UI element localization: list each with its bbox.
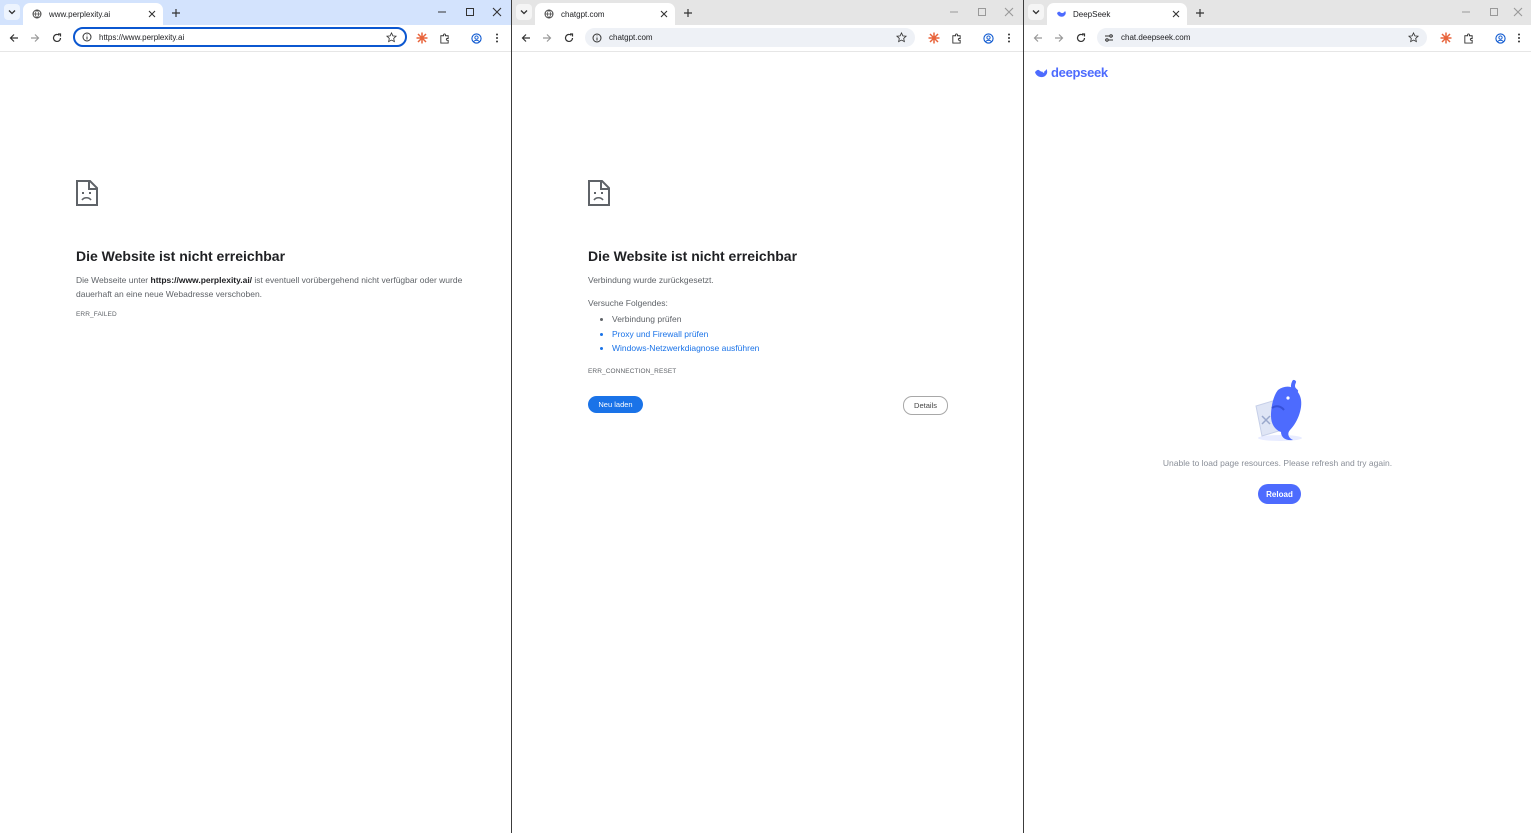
new-tab-button[interactable]: [680, 5, 696, 21]
toolbar: chat.deepseek.com: [1024, 25, 1531, 52]
reload-button[interactable]: [49, 30, 65, 46]
reload-button[interactable]: [1073, 30, 1089, 46]
globe-icon: [31, 8, 43, 20]
error-description: Die Webseite unter https://www.perplexit…: [76, 275, 463, 299]
reload-button[interactable]: Reload: [1258, 484, 1301, 504]
address-bar[interactable]: chat.deepseek.com: [1097, 28, 1427, 47]
error-code: ERR_FAILED: [76, 311, 117, 318]
tab-strip: DeepSeek: [1024, 0, 1531, 25]
minimize-button[interactable]: [434, 4, 450, 20]
error-heading: Die Website ist nicht erreichbar: [76, 248, 286, 264]
bookmark-star-icon[interactable]: [1407, 32, 1419, 44]
close-tab-icon[interactable]: [145, 7, 159, 21]
address-bar[interactable]: https://www.perplexity.ai: [73, 27, 407, 47]
toolbar: https://www.perplexity.ai: [0, 25, 511, 52]
sad-document-icon: [588, 180, 610, 206]
suggestion-list: Verbindung prüfen Proxy und Firewall prü…: [588, 312, 988, 356]
extensions-puzzle-icon[interactable]: [436, 30, 452, 46]
try-label: Versuche Folgendes:: [588, 298, 668, 308]
deepseek-wordmark: deepseek: [1051, 65, 1108, 80]
error-description: Verbindung wurde zurückgesetzt.: [588, 275, 714, 285]
tab-search-button[interactable]: [4, 4, 20, 20]
back-button[interactable]: [518, 30, 534, 46]
deepseek-logo[interactable]: deepseek: [1034, 65, 1108, 80]
deepseek-icon: [1055, 8, 1067, 20]
address-bar[interactable]: chatgpt.com: [585, 28, 915, 47]
back-button[interactable]: [1030, 30, 1046, 46]
broken-whale-illustration-icon: [1255, 380, 1302, 441]
tab-search-button[interactable]: [1028, 4, 1044, 20]
suggestion-diagnostics-link[interactable]: Windows-Netzwerkdiagnose ausführen: [612, 341, 988, 356]
sad-document-icon: [76, 180, 98, 206]
suggestion-proxy-link[interactable]: Proxy und Firewall prüfen: [612, 327, 988, 342]
menu-kebab-icon[interactable]: [489, 30, 505, 46]
bookmark-star-icon[interactable]: [385, 31, 397, 43]
reload-page-button[interactable]: Neu laden: [588, 396, 643, 413]
extensions-puzzle-icon[interactable]: [948, 30, 964, 46]
extensions-puzzle-icon[interactable]: [1460, 30, 1476, 46]
tab-title: DeepSeek: [1073, 9, 1111, 19]
profile-avatar-icon[interactable]: [980, 30, 996, 46]
profile-avatar-icon[interactable]: [468, 30, 484, 46]
menu-kebab-icon[interactable]: [1511, 30, 1527, 46]
tab-chatgpt[interactable]: chatgpt.com: [535, 3, 675, 25]
tab-strip: www.perplexity.ai: [0, 0, 511, 25]
forward-button[interactable]: [539, 30, 555, 46]
url-text[interactable]: https://www.perplexity.ai: [99, 33, 385, 42]
close-tab-icon[interactable]: [1169, 7, 1183, 21]
browser-window-perplexity: www.perplexity.ai https://www.perplexity…: [0, 0, 511, 833]
tab-strip: chatgpt.com: [512, 0, 1023, 25]
extension-spark-icon[interactable]: [1438, 30, 1454, 46]
close-window-button[interactable]: [1510, 4, 1526, 20]
deepseek-whale-icon: [1035, 68, 1048, 77]
close-window-button[interactable]: [489, 4, 505, 20]
maximize-button[interactable]: [462, 4, 478, 20]
new-tab-button[interactable]: [1192, 5, 1208, 21]
error-page: Die Website ist nicht erreichbar Die Web…: [76, 180, 476, 318]
minimize-button[interactable]: [946, 4, 962, 20]
toolbar: chatgpt.com: [512, 25, 1023, 52]
tab-deepseek[interactable]: DeepSeek: [1047, 3, 1187, 25]
site-info-icon[interactable]: [591, 32, 603, 44]
forward-button[interactable]: [27, 30, 43, 46]
browser-window-chatgpt: chatgpt.com chatgpt.com Die Website ist …: [512, 0, 1023, 833]
new-tab-button[interactable]: [168, 5, 184, 21]
maximize-button[interactable]: [1486, 4, 1502, 20]
tab-title: www.perplexity.ai: [49, 9, 111, 19]
profile-avatar-icon[interactable]: [1492, 30, 1508, 46]
tab-search-button[interactable]: [516, 4, 532, 20]
browser-window-deepseek: DeepSeek chat.deepseek.com deepseek Unab…: [1024, 0, 1531, 833]
maximize-button[interactable]: [974, 4, 990, 20]
globe-icon: [543, 8, 555, 20]
extension-spark-icon[interactable]: [414, 30, 430, 46]
forward-button[interactable]: [1051, 30, 1067, 46]
url-text[interactable]: chat.deepseek.com: [1121, 33, 1407, 42]
load-error-message: Unable to load page resources. Please re…: [1162, 458, 1393, 468]
tab-perplexity[interactable]: www.perplexity.ai: [23, 3, 163, 25]
error-code: ERR_CONNECTION_RESET: [588, 367, 677, 375]
tab-title: chatgpt.com: [561, 9, 605, 19]
reload-button[interactable]: [561, 30, 577, 46]
error-page: Die Website ist nicht erreichbar Verbind…: [588, 180, 988, 375]
suggestion-check-connection: Verbindung prüfen: [612, 312, 988, 327]
extension-spark-icon[interactable]: [926, 30, 942, 46]
url-text[interactable]: chatgpt.com: [609, 33, 895, 42]
site-info-icon[interactable]: [81, 31, 93, 43]
close-tab-icon[interactable]: [657, 7, 671, 21]
details-button[interactable]: Details: [903, 396, 948, 415]
error-heading: Die Website ist nicht erreichbar: [588, 248, 798, 264]
minimize-button[interactable]: [1458, 4, 1474, 20]
bookmark-star-icon[interactable]: [895, 32, 907, 44]
back-button[interactable]: [6, 30, 22, 46]
menu-kebab-icon[interactable]: [1001, 30, 1017, 46]
close-window-button[interactable]: [1001, 4, 1017, 20]
site-settings-icon[interactable]: [1103, 32, 1115, 44]
